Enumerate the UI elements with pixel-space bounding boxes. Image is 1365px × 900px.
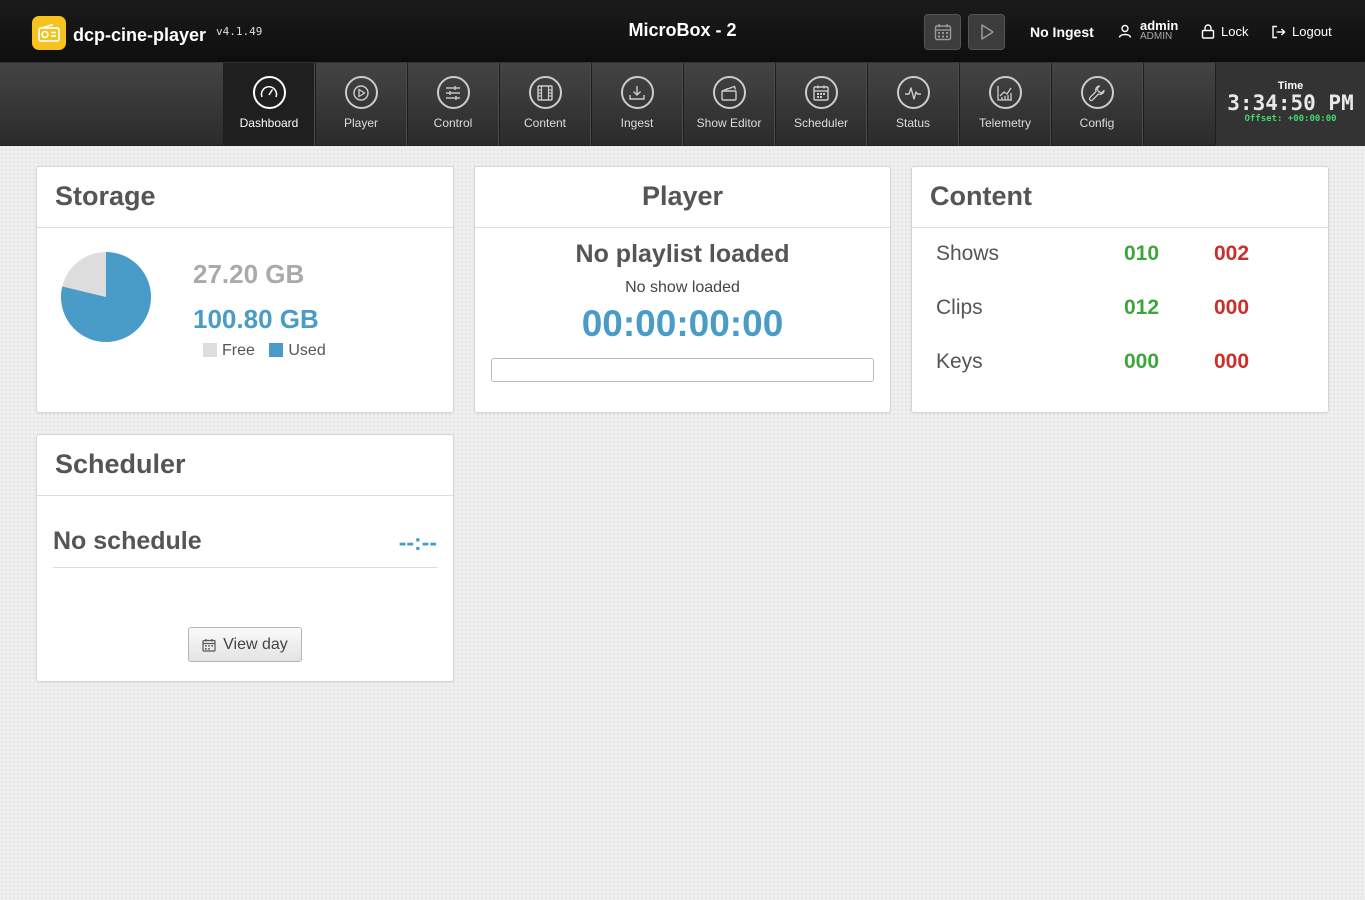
content-label: Shows	[936, 242, 1000, 265]
nav-control[interactable]: Control	[407, 63, 499, 146]
nav-label: Telemetry	[978, 116, 1031, 130]
user-icon	[1118, 24, 1132, 38]
view-day-button[interactable]: View day	[188, 627, 302, 662]
free-swatch	[203, 343, 217, 357]
content-ok-count: 000	[1124, 350, 1160, 373]
nav-label: Status	[895, 116, 931, 130]
chart-icon	[988, 76, 1022, 109]
user-menu[interactable]: admin ADMIN	[1118, 19, 1178, 42]
app-version: v4.1.49	[216, 25, 263, 38]
nav-label: Scheduler	[793, 116, 849, 130]
view-day-label: View day	[223, 635, 288, 653]
nav-content[interactable]: Content	[499, 63, 591, 146]
nav-label: Ingest	[620, 116, 654, 130]
nav-status[interactable]: Status	[867, 63, 959, 146]
app-brand: dcp-cine-player	[73, 25, 207, 45]
nav-label: Config	[1079, 116, 1115, 130]
nav-telemetry[interactable]: Telemetry	[959, 63, 1051, 146]
schedule-button[interactable]	[924, 14, 961, 50]
play-circle-icon	[344, 76, 378, 109]
nav-label: Show Editor	[696, 116, 762, 130]
nav-label: Control	[433, 116, 473, 130]
nav-label: Player	[343, 116, 378, 130]
content-row-shows: Shows 010 002	[936, 242, 1316, 272]
content-row-clips: Clips 012 000	[936, 296, 1316, 326]
ingest-status: No Ingest	[1030, 24, 1094, 40]
play-icon	[980, 24, 994, 40]
content-bad-count: 000	[1214, 296, 1250, 319]
storage-used-value: 100.80 GB	[193, 304, 319, 334]
nav-label: Content	[523, 116, 567, 130]
sliders-icon	[436, 76, 470, 109]
nav-spacer	[1143, 63, 1217, 146]
storage-free-value: 27.20 GB	[193, 259, 305, 289]
calendar-icon	[202, 638, 216, 652]
logout-button[interactable]: Logout	[1271, 24, 1332, 39]
legend-used-label: Used	[288, 342, 326, 359]
content-title: Content	[912, 167, 1328, 228]
pulse-icon	[896, 76, 930, 109]
download-icon	[620, 76, 654, 109]
show-status: No show loaded	[625, 279, 740, 296]
logout-icon	[1272, 25, 1286, 38]
player-title: Player	[475, 167, 890, 228]
content-ok-count: 012	[1124, 296, 1160, 319]
storage-title: Storage	[37, 167, 453, 228]
schedule-time: --:--	[398, 529, 437, 555]
play-button[interactable]	[968, 14, 1005, 50]
dashboard-gauge-icon	[252, 76, 286, 109]
lock-button[interactable]: Lock	[1201, 24, 1248, 39]
user-role: ADMIN	[1140, 31, 1173, 42]
content-panel: Content Shows 010 002 Clips 012 000 Keys…	[911, 166, 1329, 413]
content-label: Clips	[936, 296, 983, 319]
nav-ingest[interactable]: Ingest	[591, 63, 683, 146]
content-bad-count: 002	[1214, 242, 1250, 265]
nav-label: Dashboard	[239, 116, 299, 130]
film-icon	[528, 76, 562, 109]
divider	[53, 567, 437, 568]
player-progress-bar	[491, 358, 874, 382]
nav-scheduler[interactable]: Scheduler	[775, 63, 867, 146]
nav-show-editor[interactable]: Show Editor	[683, 63, 775, 146]
content-bad-count: 000	[1214, 350, 1250, 373]
radio-logo-icon	[32, 16, 66, 50]
player-panel: Player No playlist loaded No show loaded…	[474, 166, 891, 413]
lock-label: Lock	[1221, 24, 1249, 39]
storage-legend: Free Used	[203, 342, 326, 360]
lock-icon	[1201, 24, 1215, 39]
schedule-status: No schedule	[53, 527, 202, 555]
nav-config[interactable]: Config	[1051, 63, 1143, 146]
legend-free-label: Free	[222, 342, 255, 359]
calendar-icon	[804, 76, 838, 109]
top-bar: dcp-cine-player v4.1.49 MicroBox - 2 No …	[0, 0, 1365, 63]
playlist-status: No playlist loaded	[575, 240, 790, 268]
calendar-icon	[934, 24, 951, 41]
player-timecode: 00:00:00:00	[581, 303, 784, 344]
wrench-icon	[1080, 76, 1114, 109]
clock-value: 3:34:50 PM	[1227, 91, 1354, 115]
scheduler-panel: Scheduler No schedule --:-- View day	[36, 434, 454, 682]
nav-dashboard[interactable]: Dashboard	[223, 63, 315, 146]
content-row-keys: Keys 000 000	[936, 350, 1316, 380]
clock-panel: Time 3:34:50 PM Offset: +00:00:00	[1215, 63, 1365, 146]
scheduler-title: Scheduler	[37, 435, 453, 496]
nav-player[interactable]: Player	[315, 63, 407, 146]
logout-label: Logout	[1292, 24, 1332, 39]
storage-pie-chart	[61, 252, 151, 342]
used-swatch	[269, 343, 284, 357]
main-nav: Dashboard Player Control Content Ingest	[0, 63, 1365, 146]
content-ok-count: 010	[1124, 242, 1160, 265]
clapperboard-icon	[712, 76, 746, 109]
storage-panel: Storage 27.20 GB 100.80 GB Free Used	[36, 166, 454, 413]
clock-offset: Offset: +00:00:00	[1244, 114, 1337, 124]
content-label: Keys	[936, 350, 983, 373]
